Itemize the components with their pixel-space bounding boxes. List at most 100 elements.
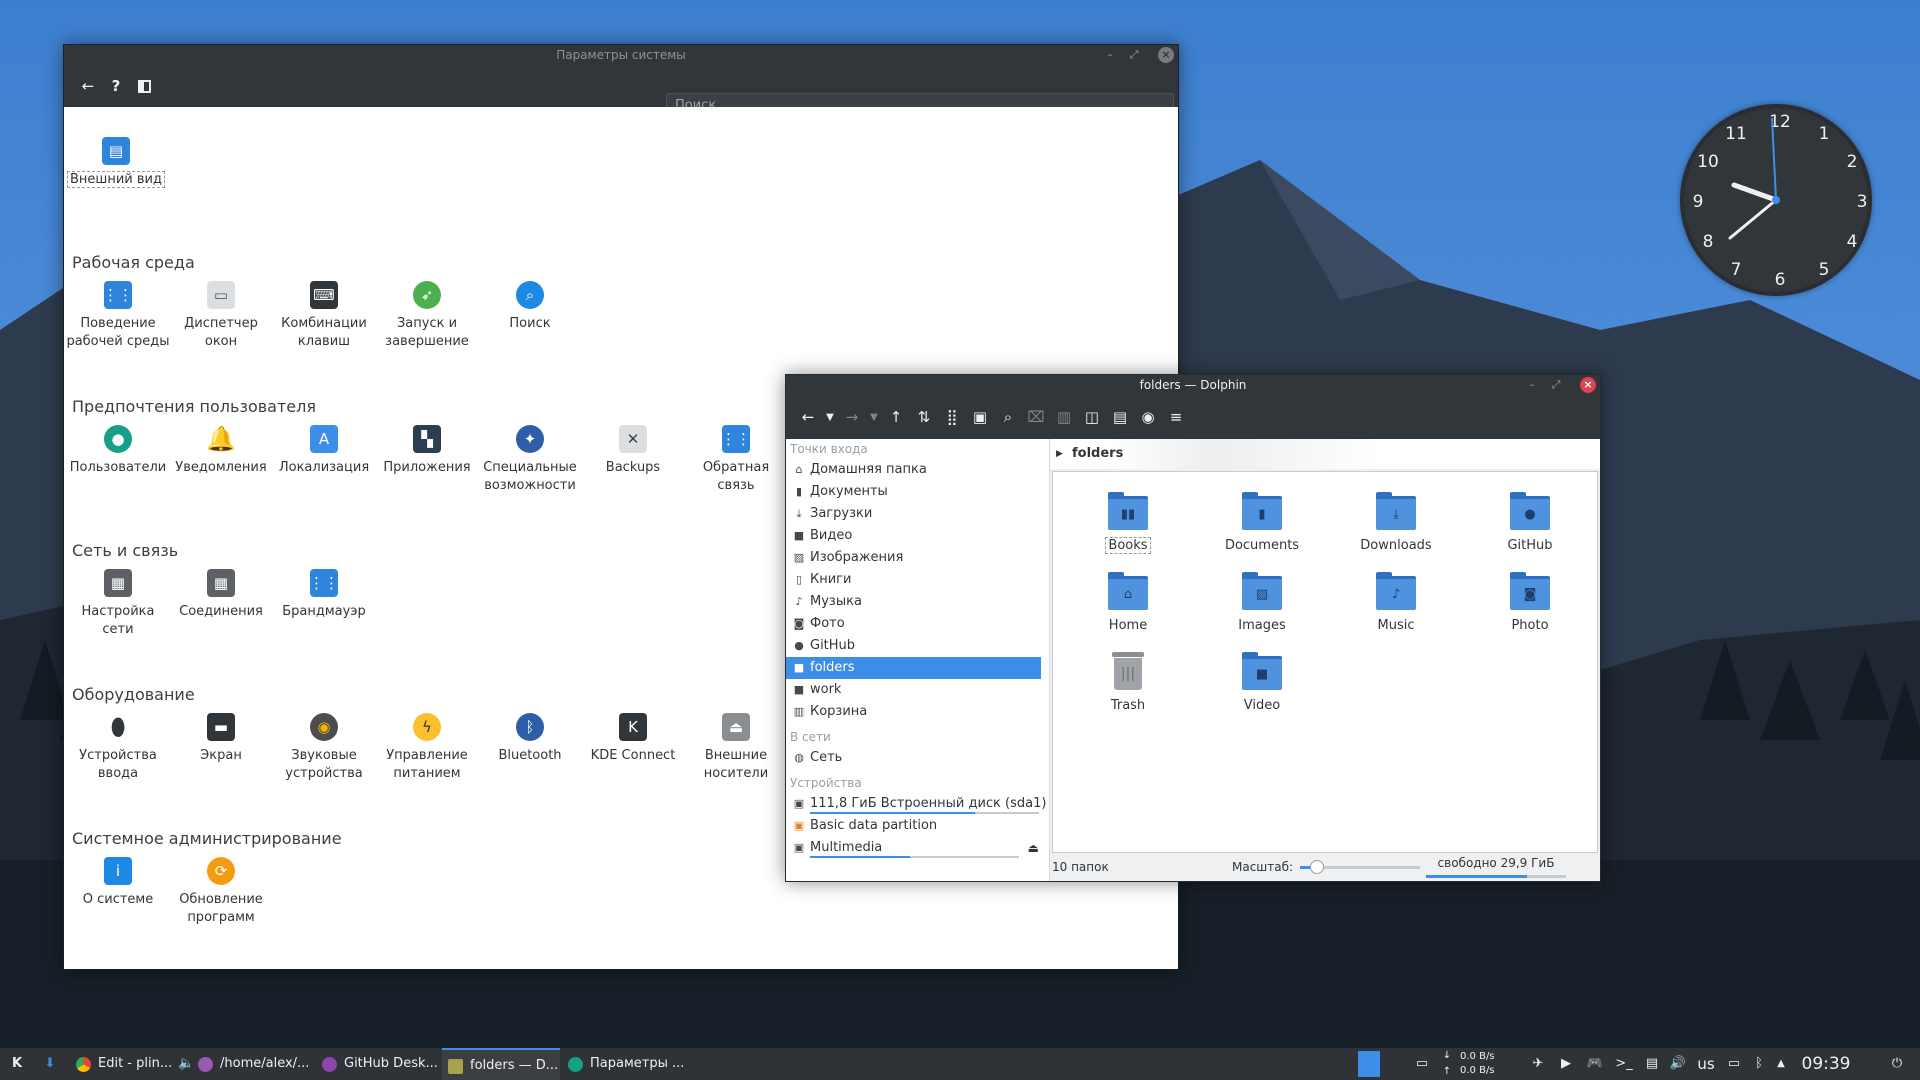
place-documents[interactable]: ▮ Документы xyxy=(786,481,1049,503)
pager-icon[interactable] xyxy=(1358,1048,1380,1080)
back-arrow-icon[interactable]: ← xyxy=(74,72,102,100)
info-panel-icon[interactable]: ▤ xyxy=(1106,403,1134,431)
place-books[interactable]: ▯ Книги xyxy=(786,569,1049,591)
minimize-icon[interactable]: – xyxy=(1102,47,1118,63)
item-workspace-behavior[interactable]: ⋮⋮ Поведение рабочей среды xyxy=(66,281,170,351)
zoom-slider[interactable] xyxy=(1300,860,1420,874)
terminal-icon[interactable]: >_ xyxy=(1614,1048,1634,1080)
minimize-icon[interactable]: – xyxy=(1524,377,1540,393)
item-notifications[interactable]: 🔔 Уведомления xyxy=(169,425,273,477)
eject-icon[interactable]: ⏏ xyxy=(1028,837,1039,859)
item-users[interactable]: ● Пользователи xyxy=(66,425,170,477)
hamburger-menu-icon[interactable]: ≡ xyxy=(1162,403,1190,431)
task-system-settings[interactable]: Параметры ... xyxy=(562,1048,684,1080)
place-photos[interactable]: ◙ Фото xyxy=(786,613,1049,635)
play-icon[interactable]: ▶ xyxy=(1556,1048,1576,1080)
back-arrow-icon[interactable]: ← xyxy=(794,403,822,431)
item-startup-shutdown[interactable]: ➶ Запуск и завершение xyxy=(375,281,479,351)
place-network[interactable]: ◍ Сеть xyxy=(786,747,1049,769)
forward-dropdown-icon[interactable]: ▼ xyxy=(866,403,882,431)
task-chrome[interactable]: Edit - plin... 🔈 xyxy=(70,1048,194,1080)
folder-downloads[interactable]: ⤓ Downloads xyxy=(1341,492,1451,553)
place-videos[interactable]: ■ Видео xyxy=(786,525,1049,547)
maximize-icon[interactable]: ⤢ xyxy=(1548,377,1564,393)
gamepad-icon[interactable]: 🎮 xyxy=(1584,1048,1606,1080)
close-icon[interactable]: × xyxy=(1158,47,1174,63)
item-input-devices[interactable]: ⬮ Устройства ввода xyxy=(66,713,170,783)
item-localization[interactable]: A Локализация xyxy=(272,425,376,477)
place-home[interactable]: ⌂ Домашняя папка xyxy=(786,459,1049,481)
item-backups[interactable]: ✕ Backups xyxy=(581,425,685,477)
analog-clock-widget[interactable]: 12 1 2 3 4 5 6 7 8 9 10 11 xyxy=(1680,104,1872,296)
settings-titlebar[interactable]: Параметры системы – ⤢ × xyxy=(64,45,1178,65)
trash-icon[interactable]: ▥ xyxy=(1050,403,1078,431)
place-images[interactable]: ▨ Изображения xyxy=(786,547,1049,569)
task-github-desktop[interactable]: GitHub Desk... xyxy=(316,1048,440,1080)
grid-view-icon[interactable]: ⣿ xyxy=(938,403,966,431)
item-firewall[interactable]: ⋮⋮ Брандмауэр xyxy=(272,569,376,621)
place-music[interactable]: ♪ Музыка xyxy=(786,591,1049,613)
item-audio[interactable]: ◉ Звуковые устройства xyxy=(272,713,376,783)
eye-icon[interactable]: ◉ xyxy=(1134,403,1162,431)
place-github[interactable]: ● GitHub xyxy=(786,635,1049,657)
item-applications[interactable]: ▚ Приложения xyxy=(375,425,479,477)
folder-documents[interactable]: ▮ Documents xyxy=(1207,492,1317,553)
split-view-icon[interactable]: ◫ xyxy=(1078,403,1106,431)
delete-icon[interactable]: ⌧ xyxy=(1022,403,1050,431)
forward-arrow-icon[interactable]: → xyxy=(838,403,866,431)
folder-video[interactable]: ■ Video xyxy=(1207,652,1317,713)
task-editor[interactable]: /home/alex/... xyxy=(192,1048,314,1080)
device-sda1[interactable]: ▣ 111,8 ГиБ Встроенный диск (sda1) xyxy=(786,793,1049,815)
folder-books[interactable]: ▮▮ Books xyxy=(1073,492,1183,554)
item-power[interactable]: ϟ Управление питанием xyxy=(375,713,479,783)
folder-github[interactable]: ● GitHub xyxy=(1475,492,1585,553)
up-arrow-icon[interactable]: ↑ xyxy=(882,403,910,431)
place-folders[interactable]: ■ folders xyxy=(786,657,1041,679)
preview-icon[interactable]: ▣ xyxy=(966,403,994,431)
item-accessibility[interactable]: ✦ Специальные возможности xyxy=(478,425,582,495)
maximize-icon[interactable]: ⤢ xyxy=(1126,47,1142,63)
sidebar-toggle-icon[interactable] xyxy=(130,72,158,100)
item-feedback[interactable]: ⋮⋮ Обратная связь xyxy=(684,425,788,495)
keyboard-layout[interactable]: us xyxy=(1694,1048,1718,1080)
item-appearance[interactable]: ▤ Внешний вид xyxy=(64,137,168,189)
device-multimedia[interactable]: ▣ Multimedia ⏏ xyxy=(786,837,1049,859)
bluetooth-icon[interactable]: ᛒ xyxy=(1750,1048,1768,1080)
kde-launcher-icon[interactable]: K xyxy=(6,1048,28,1080)
item-kde-connect[interactable]: K KDE Connect xyxy=(581,713,685,765)
item-bluetooth[interactable]: ᛒ Bluetooth xyxy=(478,713,582,765)
sort-icon[interactable]: ⇅ xyxy=(910,403,938,431)
downloader-icon[interactable]: ⬇ xyxy=(40,1048,60,1080)
place-trash[interactable]: ▥ Корзина xyxy=(786,701,1049,723)
telegram-icon[interactable]: ✈ xyxy=(1528,1048,1548,1080)
power-icon[interactable]: ⏻ xyxy=(1886,1048,1908,1080)
display-icon[interactable]: ▭ xyxy=(1412,1048,1432,1080)
item-about-system[interactable]: iО системе xyxy=(66,857,170,909)
folder-music[interactable]: ♪ Music xyxy=(1341,572,1451,633)
tray-expand-icon[interactable]: ▲ xyxy=(1772,1048,1790,1080)
device-basic-data[interactable]: ▣ Basic data partition xyxy=(786,815,1049,837)
dolphin-titlebar[interactable]: folders — Dolphin – ⤢ × xyxy=(786,375,1600,395)
item-display[interactable]: ▬ Экран xyxy=(169,713,273,765)
close-icon[interactable]: × xyxy=(1580,377,1596,393)
help-icon[interactable]: ? xyxy=(102,72,130,100)
item-removable-storage[interactable]: ⏏ Внешние носители xyxy=(684,713,788,783)
item-shortcuts[interactable]: ⌨ Комбинации клавиш xyxy=(272,281,376,351)
task-dolphin[interactable]: folders — D... xyxy=(442,1048,560,1080)
folder-trash[interactable]: ||| Trash xyxy=(1073,652,1183,713)
folder-images[interactable]: ▨ Images xyxy=(1207,572,1317,633)
search-icon[interactable]: ⌕ xyxy=(994,403,1022,431)
item-software-update[interactable]: ⟳ Обновление программ xyxy=(169,857,273,927)
item-network-settings[interactable]: ▦ Настройка сети xyxy=(66,569,170,639)
back-dropdown-icon[interactable]: ▼ xyxy=(822,403,838,431)
breadcrumb[interactable]: ▶ folders xyxy=(1050,439,1600,469)
item-connections[interactable]: ▦ Соединения xyxy=(169,569,273,621)
dolphin-window[interactable]: folders — Dolphin – ⤢ × ← ▼ → ▼ ↑ ⇅ ⣿ ▣ … xyxy=(785,374,1601,882)
clock-time[interactable]: 09:39 xyxy=(1796,1048,1856,1080)
clipboard-icon[interactable]: ▤ xyxy=(1642,1048,1662,1080)
folder-home[interactable]: ⌂ Home xyxy=(1073,572,1183,633)
window-icon[interactable]: ▭ xyxy=(1724,1048,1744,1080)
place-downloads[interactable]: ⤓ Загрузки xyxy=(786,503,1049,525)
folder-photo[interactable]: ◙ Photo xyxy=(1475,572,1585,633)
place-work[interactable]: ■ work xyxy=(786,679,1049,701)
